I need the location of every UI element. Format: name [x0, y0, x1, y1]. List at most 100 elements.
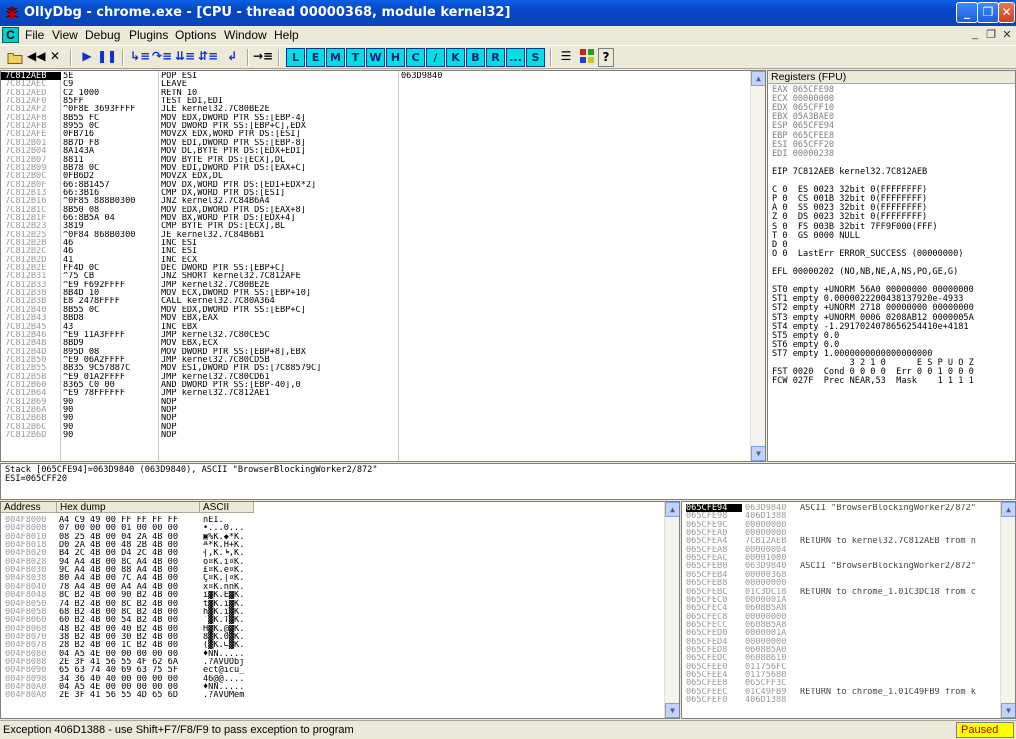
dump-scrollbar[interactable]: ▲ ▼ — [664, 502, 679, 718]
handles-button[interactable]: H — [386, 48, 405, 67]
stack-scrollbar[interactable]: ▲ ▼ — [1000, 502, 1015, 718]
scroll-up-icon[interactable]: ▲ — [751, 71, 765, 86]
stack-row[interactable]: 065CFE98 406D1388 — [682, 512, 1000, 520]
dump-row[interactable]: 004F8008 07 00 00 00 01 00 00 00 •...0... — [1, 524, 661, 532]
memory-map-button[interactable]: M — [326, 48, 345, 67]
disassembly-row[interactable]: 7C812B2D 41 INC ECX — [1, 256, 751, 264]
mdi-minimize-button[interactable]: _ — [968, 28, 982, 40]
stack-row[interactable]: 065CFEE4 01175680 — [682, 671, 1000, 679]
dump-row[interactable]: 004F8060 60 B2 4B 00 54 B2 4B 00 `▓K.T▓K. — [1, 616, 661, 624]
disassembly-row[interactable]: 7C812AF2 ^0F8E 3693FFFF JLE kernel32.7C80B… — [1, 105, 751, 113]
scroll-down-icon[interactable]: ▼ — [1001, 703, 1015, 718]
disassembly-row[interactable]: 7C812B6A 90 NOP — [1, 406, 751, 414]
dump-header-hex[interactable]: Hex dump — [57, 502, 200, 513]
disassembly-row[interactable]: 7C812B5B ^E9 01A2FFFF JMP kernel32.7C80CD6… — [1, 373, 751, 381]
menu-options[interactable]: Options — [175, 28, 216, 42]
dump-row[interactable]: 004F80A0 04 A5 4E 00 00 00 00 00 ♦ÑN..... — [1, 683, 661, 691]
dump-row[interactable]: 004F8068 48 B2 4B 00 40 B2 4B 00 H▓K.@▓K. — [1, 625, 661, 633]
rewind-icon[interactable]: ◀◀ — [27, 48, 45, 67]
dump-row[interactable]: 004F8000 A4 C9 49 00 FF FF FF FF ñÉI. — [1, 516, 661, 524]
dump-row[interactable]: 004F8038 80 A4 4B 00 7C A4 4B 00 Ç¤K.|¤K. — [1, 574, 661, 582]
disassembly-scrollbar[interactable]: ▲ ▼ — [750, 71, 765, 461]
dump-row[interactable]: 004F8070 38 B2 4B 00 30 B2 4B 00 8▓K.0▓K. — [1, 633, 661, 641]
stack-row[interactable]: 065CFED4 00000000 — [682, 638, 1000, 646]
disassembly-row[interactable]: 7C812B13 66:3B16 CMP DX,WORD PTR DS:[ESI] — [1, 189, 751, 197]
dump-row[interactable]: 004F8050 74 B2 4B 00 8C B2 4B 00 t▓K.î▓K. — [1, 600, 661, 608]
grid-icon[interactable] — [578, 48, 596, 67]
stack-row[interactable]: 065CFEC8 00000000 — [682, 613, 1000, 621]
disassembly-row[interactable]: 7C812B4D 895D 08 MOV DWORD PTR SS:[EBP+8],… — [1, 348, 751, 356]
minimize-button[interactable]: _ — [956, 2, 978, 23]
disassembly-row[interactable]: 7C812B2E FF4D 0C DEC DWORD PTR SS:[EBP+C] — [1, 264, 751, 272]
dump-row[interactable]: 004F8048 8C B2 4B 00 90 B2 4B 00 î▓K.É▓K. — [1, 591, 661, 599]
scroll-up-icon[interactable]: ▲ — [665, 502, 679, 517]
disassembly-row[interactable]: 7C812B6B 90 NOP — [1, 414, 751, 422]
disassembly-row[interactable]: 7C812B23 3819 CMP BYTE PTR DS:[ECX],BL — [1, 222, 751, 230]
restore-button[interactable]: ❐ — [977, 2, 999, 23]
disassembly-row[interactable]: 7C812B2B 46 INC ESI — [1, 239, 751, 247]
dump-row[interactable]: 004F8090 65 63 74 40 69 63 75 5F ect@icu_ — [1, 666, 661, 674]
dump-row[interactable]: 004F8018 D0 2A 4B 00 48 2B 4B 00 ╨*K.H+K. — [1, 541, 661, 549]
scroll-down-icon[interactable]: ▼ — [751, 446, 765, 461]
call-stack-button[interactable]: K — [446, 48, 465, 67]
pause-icon[interactable]: ❚❚ — [97, 48, 117, 67]
stack-row[interactable]: 065CFEB4 00000368 — [682, 571, 1000, 579]
help-icon[interactable]: ? — [598, 48, 614, 67]
disassembly-row[interactable]: 7C812B01 8B7D F8 MOV EDI,DWORD PTR SS:[EBP… — [1, 139, 751, 147]
stack-pane[interactable]: 065CFE94 063D9840 ASCII "BrowserBlockingWo… — [681, 501, 1016, 719]
dump-row[interactable]: 004F8040 78 A4 4B 00 A4 A4 4B 00 x¤K.ññK. — [1, 583, 661, 591]
dump-header-ascii[interactable]: ASCII — [200, 502, 254, 513]
disassembly-pane[interactable]: 7C812AEB 5E POP ESI 063D9840 7C812AEC C9 LEAVE… — [0, 70, 766, 462]
stack-row[interactable]: 065CFEBC 01C3DC18 RETURN to chrome_1.01C3D… — [682, 588, 1000, 596]
references-button[interactable]: R — [486, 48, 505, 67]
mdi-close-button[interactable]: ✕ — [1000, 28, 1014, 41]
execute-till-return-icon[interactable]: ↲ — [222, 48, 242, 67]
stack-row[interactable]: 065CFEA8 00000004 — [682, 546, 1000, 554]
menu-help[interactable]: Help — [274, 28, 299, 42]
cpu-window-icon[interactable]: C — [2, 27, 19, 43]
close-button[interactable]: ✕ — [998, 2, 1015, 23]
close-icon[interactable]: ✕ — [46, 48, 64, 67]
disassembly-row[interactable]: 7C812AFE 0FB716 MOVZX EDX,WORD PTR DS:[ESI… — [1, 130, 751, 138]
disassembly-row[interactable]: 7C812AED C2 1000 RETN 10 — [1, 89, 751, 97]
cpu-button[interactable]: C — [406, 48, 425, 67]
menu-file[interactable]: File — [25, 28, 44, 42]
dump-row[interactable]: 004F8080 04 A5 4E 00 00 00 00 00 ♦ÑN..... — [1, 650, 661, 658]
trace-over-icon[interactable]: ⇵≡ — [198, 48, 218, 67]
menu-debug[interactable]: Debug — [85, 28, 120, 42]
disassembly-row[interactable]: 7C812B43 8BD8 MOV EBX,EAX — [1, 314, 751, 322]
stack-row[interactable]: 065CFEEC 01C49FB9 RETURN to chrome_1.01C49… — [682, 688, 1000, 696]
menu-window[interactable]: Window — [224, 28, 267, 42]
disassembly-row[interactable]: 7C812AF0 85FF TEST EDI,EDI — [1, 97, 751, 105]
disassembly-row[interactable]: 7C812AEB 5E POP ESI 063D9840 — [1, 72, 442, 81]
menu-view[interactable]: View — [52, 28, 78, 42]
disassembly-row[interactable]: 7C812B64 ^E9 78FFFFFF JMP kernel32.7C812AE… — [1, 389, 751, 397]
disassembly-row[interactable]: 7C812B60 8365 C0 00 AND DWORD PTR SS:[EBP-… — [1, 381, 751, 389]
registers-header[interactable]: Registers (FPU) — [768, 71, 1015, 84]
list-icon[interactable]: ☰ — [557, 48, 575, 67]
scroll-down-icon[interactable]: ▼ — [665, 703, 679, 718]
disassembly-row[interactable]: 7C812B04 8A143A MOV DL,BYTE PTR DS:[EDX+ED… — [1, 147, 751, 155]
dump-row[interactable]: 004F80A8 2E 3F 41 56 55 4D 65 6D .?AVUMem — [1, 691, 661, 699]
stack-row[interactable]: 065CFED0 0000001A — [682, 629, 1000, 637]
disassembly-row[interactable]: 7C812B55 8B35 9C57887C MOV ESI,DWORD PTR D… — [1, 364, 751, 372]
stack-row[interactable]: 065CFEAC 00001000 — [682, 554, 1000, 562]
disassembly-row[interactable]: 7C812B46 ^E9 11A3FFFF JMP kernel32.7C80CE5… — [1, 331, 751, 339]
dump-row[interactable]: 004F8078 28 B2 4B 00 1C B2 4B 00 (▓K.∟▓K. — [1, 641, 661, 649]
stack-row[interactable]: 065CFE94 063D9840 ASCII "BrowserBlockingWo… — [682, 504, 1000, 513]
windows-button[interactable]: W — [366, 48, 385, 67]
disassembly-row[interactable]: 7C812B2C 46 INC ESI — [1, 247, 751, 255]
disassembly-row[interactable]: 7C812B69 90 NOP — [1, 398, 751, 406]
breakpoints-button[interactable]: B — [466, 48, 485, 67]
mdi-restore-button[interactable]: ❐ — [984, 28, 998, 41]
stack-row[interactable]: 065CFEC4 0608B5A8 — [682, 604, 1000, 612]
disassembly-row[interactable]: 7C812B07 8811 MOV BYTE PTR DS:[ECX],DL — [1, 156, 751, 164]
step-into-icon[interactable]: ↳≡ — [130, 48, 150, 67]
stack-row[interactable]: 065CFEF0 406D1388 — [682, 696, 1000, 704]
disassembly-row[interactable]: 7C812B6D 90 NOP — [1, 431, 751, 439]
menu-plugins[interactable]: Plugins — [129, 28, 168, 42]
patches-button[interactable]: / — [426, 48, 445, 67]
stack-row[interactable]: 065CFEB0 063D9840 ASCII "BrowserBlockingWo… — [682, 562, 1000, 570]
disassembly-row[interactable]: 7C812B09 8B78 0C MOV EDI,DWORD PTR DS:[EAX… — [1, 164, 751, 172]
step-over-icon[interactable]: ↷≡ — [152, 48, 172, 67]
